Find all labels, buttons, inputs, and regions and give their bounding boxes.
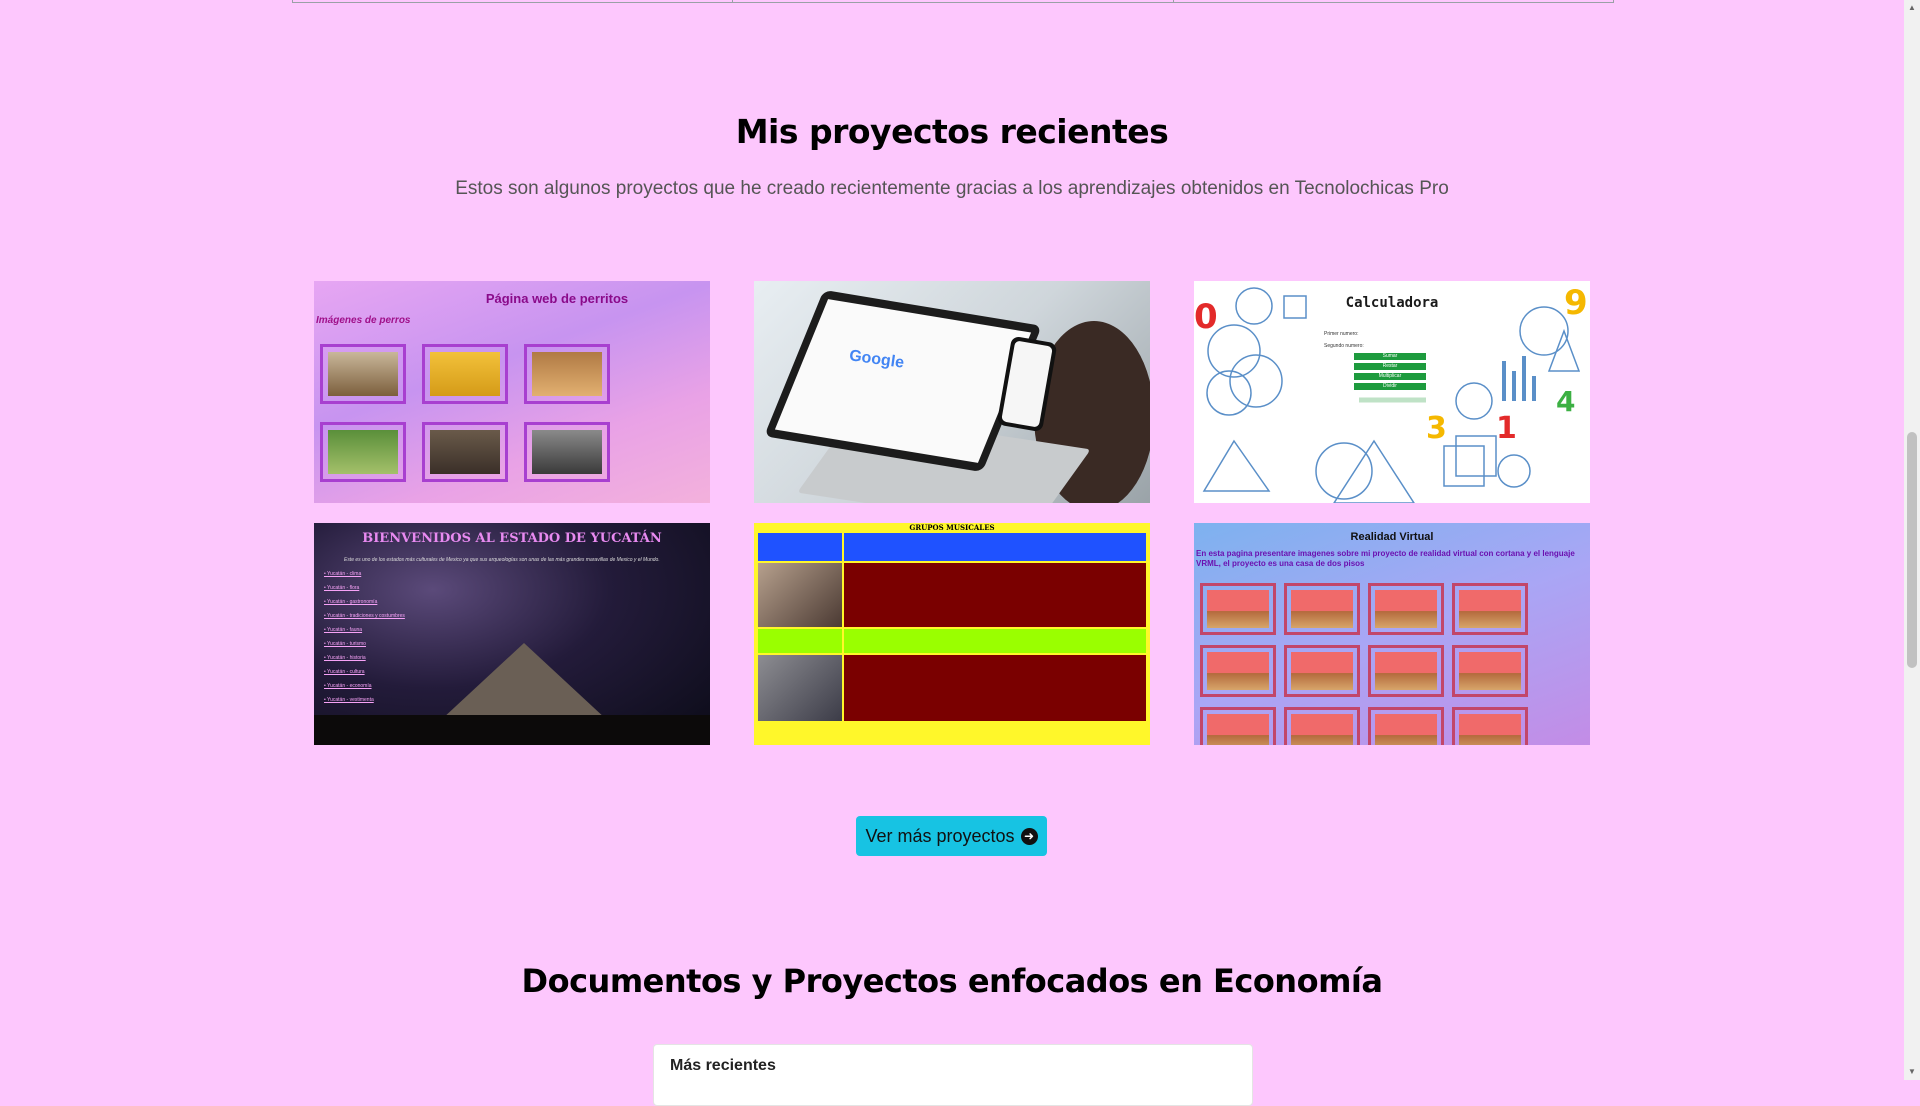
decoration-digit: 3 bbox=[1426, 411, 1447, 446]
table-row bbox=[758, 629, 1146, 653]
project-card-yucatan[interactable]: BIENVENIDOS AL ESTADO DE YUCATÁN Este es… bbox=[314, 523, 710, 745]
calc-button: Restar bbox=[1354, 363, 1426, 370]
project-card-laptop-google[interactable]: Google bbox=[754, 281, 1150, 503]
scrollbar-thumb[interactable] bbox=[1907, 432, 1917, 668]
table-row bbox=[758, 655, 1146, 721]
table-row bbox=[758, 563, 1146, 627]
more-projects-button[interactable]: Ver más proyectos ➜ bbox=[856, 816, 1047, 856]
field-label: Primer numero: bbox=[1324, 331, 1359, 337]
dog-photo bbox=[320, 422, 406, 482]
project-card-realidad-virtual[interactable]: Realidad Virtual En esta pagina presenta… bbox=[1194, 523, 1590, 745]
scroll-down-icon[interactable]: ▼ bbox=[1904, 1064, 1920, 1080]
table-cell bbox=[733, 0, 1174, 2]
table-row bbox=[758, 533, 1146, 561]
project-card-calculadora[interactable]: Calculadora Primer numero: Segundo numer… bbox=[1194, 281, 1590, 503]
dog-photo bbox=[320, 344, 406, 404]
list-link: • Yucatán - flora bbox=[324, 585, 360, 591]
vr-thumbnail bbox=[1284, 645, 1360, 697]
vr-thumbnail bbox=[1368, 707, 1444, 745]
card-title: Calculadora bbox=[1345, 295, 1439, 311]
vr-thumbnail bbox=[1284, 707, 1360, 745]
card-description: En esta pagina presentare imagenes sobre… bbox=[1196, 549, 1575, 568]
vr-thumbnail bbox=[1200, 707, 1276, 745]
dog-photo bbox=[422, 344, 508, 404]
vr-thumbnail bbox=[1368, 583, 1444, 635]
list-link: • Yucatán - cultura bbox=[324, 669, 365, 675]
list-link: • Yucatán - vestimenta bbox=[324, 697, 374, 703]
vr-thumbnail bbox=[1368, 645, 1444, 697]
math-doodles-background bbox=[1202, 287, 1581, 503]
dog-photo bbox=[524, 422, 610, 482]
table-cell bbox=[1174, 0, 1613, 2]
vr-thumbnail bbox=[1452, 645, 1528, 697]
projects-section-title: Mis proyectos recientes bbox=[735, 112, 1169, 151]
calc-button: Multiplicar bbox=[1354, 373, 1426, 380]
docs-tabs-box: Más recientes bbox=[653, 1044, 1253, 1106]
ground bbox=[314, 715, 710, 745]
decoration-digit: 4 bbox=[1556, 385, 1576, 418]
card-title: GRUPOS MUSICALES bbox=[909, 523, 995, 532]
table-cell bbox=[293, 0, 734, 2]
vr-thumbnail bbox=[1452, 583, 1528, 635]
projects-section-subtitle: Estos son algunos proyectos que he cread… bbox=[455, 178, 1449, 199]
docs-section-title: Documentos y Proyectos enfocados en Econ… bbox=[521, 962, 1383, 1000]
card-description: Este es uno de los estados más culturale… bbox=[344, 557, 660, 563]
page-scrollbar[interactable]: ▲ ▼ bbox=[1904, 0, 1920, 1080]
card-title: BIENVENIDOS AL ESTADO DE YUCATÁN bbox=[362, 531, 662, 546]
scroll-up-icon[interactable]: ▲ bbox=[1904, 0, 1920, 16]
list-link: • Yucatán - tradiciones y costumbres bbox=[324, 613, 405, 619]
list-link: • Yucatán - historia bbox=[324, 655, 366, 661]
calc-button: Dividir bbox=[1354, 383, 1426, 390]
dog-photo bbox=[524, 344, 610, 404]
calc-button: Sumar bbox=[1354, 353, 1426, 360]
arrow-right-circle-icon: ➜ bbox=[1020, 827, 1038, 845]
decoration-digit: 0 bbox=[1194, 297, 1218, 337]
top-table-remnant bbox=[292, 0, 1614, 3]
vr-thumbnail bbox=[1452, 707, 1528, 745]
list-link: • Yucatán - turismo bbox=[324, 641, 366, 647]
card-title: Realidad Virtual bbox=[1350, 531, 1434, 543]
list-link: • Yucatán - clima bbox=[324, 571, 362, 577]
vr-thumbnail bbox=[1200, 583, 1276, 635]
projects-grid: Página web de perritos Imágenes de perro… bbox=[314, 281, 1590, 745]
decoration-digit: 1 bbox=[1496, 411, 1517, 446]
list-link: • Yucatán - gastronomía bbox=[324, 599, 378, 605]
project-card-grupos-musicales[interactable]: GRUPOS MUSICALES bbox=[754, 523, 1150, 745]
project-card-perritos[interactable]: Página web de perritos Imágenes de perro… bbox=[314, 281, 710, 503]
decoration-digit: 9 bbox=[1564, 283, 1588, 323]
list-link: • Yucatán - economía bbox=[324, 683, 372, 689]
tab-mas-recientes[interactable]: Más recientes bbox=[670, 1057, 776, 1075]
table-row bbox=[758, 723, 1146, 743]
more-projects-label: Ver más proyectos bbox=[865, 825, 1015, 846]
card-title: Página web de perritos bbox=[485, 291, 629, 306]
dog-photo bbox=[422, 422, 508, 482]
list-link: • Yucatán - fauna bbox=[324, 627, 363, 633]
vr-thumbnail bbox=[1200, 645, 1276, 697]
field-label: Segundo numero: bbox=[1324, 343, 1364, 349]
card-subtitle: Imágenes de perros bbox=[316, 315, 411, 326]
vr-thumbnail bbox=[1284, 583, 1360, 635]
